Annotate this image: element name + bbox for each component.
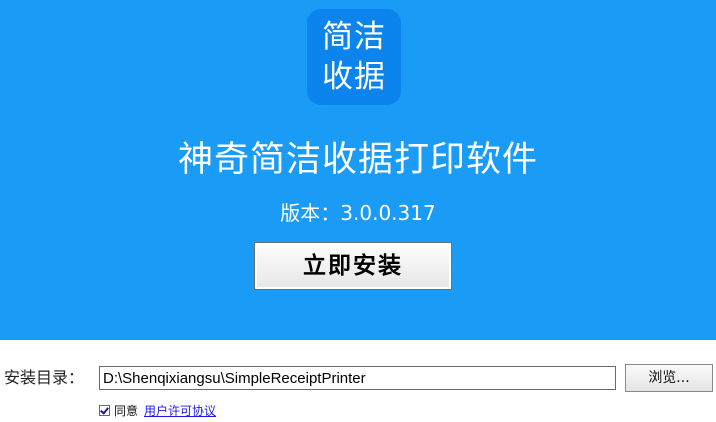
install-now-button[interactable]: 立即安装 [254, 242, 452, 290]
app-title: 神奇简洁收据打印软件 [177, 140, 538, 180]
agree-checkbox[interactable] [99, 404, 110, 416]
agree-label: 同意 [114, 403, 139, 418]
header-banner: 简洁 收据 神奇简洁收据打印软件 版本：3.0.0.317 立即安装 [0, 0, 716, 340]
install-dir-label: 安装目录： [4, 368, 85, 387]
logo-text-line2: 收据 [322, 59, 386, 95]
browse-button[interactable]: 浏览... [625, 364, 713, 392]
app-logo-icon: 简洁 收据 [307, 9, 401, 105]
app-version: 版本：3.0.0.317 [280, 201, 436, 225]
agreement-row: 同意 用户许可协议 [99, 402, 216, 418]
install-dir-input[interactable] [99, 366, 616, 390]
license-agreement-link[interactable]: 用户许可协议 [144, 402, 216, 419]
logo-text-line1: 简洁 [322, 19, 386, 55]
